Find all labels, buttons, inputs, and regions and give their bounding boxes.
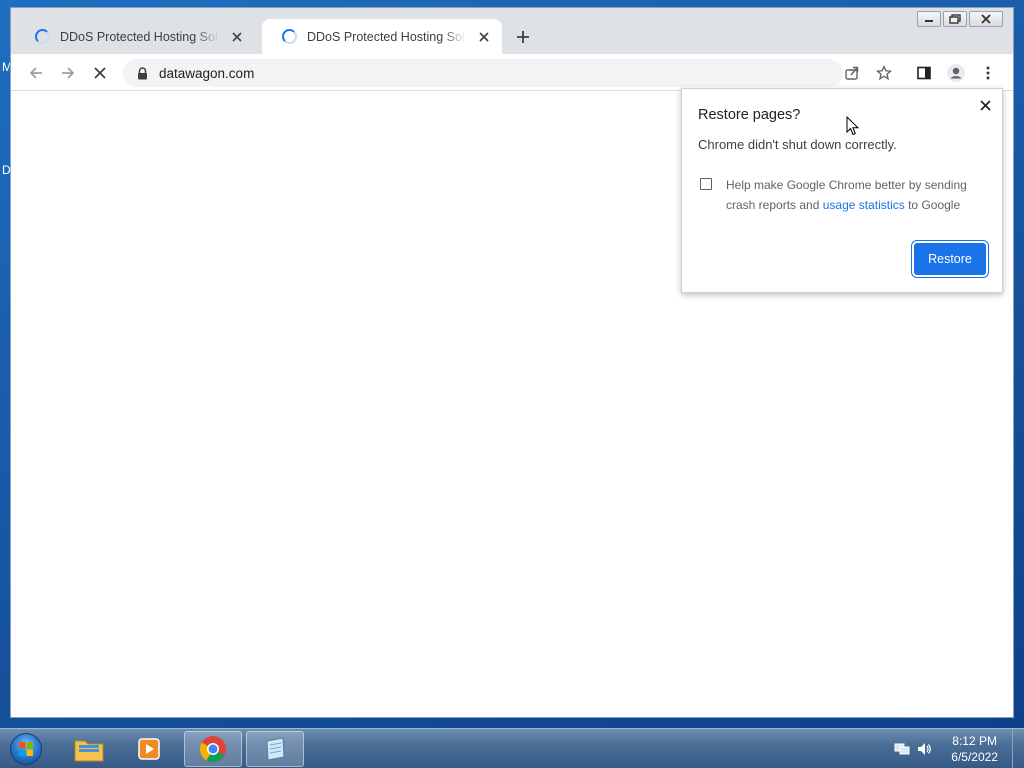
arrow-left-icon: [29, 67, 42, 79]
tab-1[interactable]: DDoS Protected Hosting Solutions: [15, 19, 255, 54]
windows-logo-icon: [10, 733, 42, 765]
loading-spinner-icon: [282, 29, 297, 44]
new-tab-button[interactable]: [511, 25, 535, 49]
back-button[interactable]: [23, 60, 49, 86]
close-tab-icon[interactable]: [229, 29, 245, 45]
show-desktop-button[interactable]: [1012, 729, 1024, 768]
close-icon: [979, 99, 991, 111]
side-panel-icon: [917, 66, 931, 80]
checkbox-label-text: to Google: [904, 198, 961, 212]
browser-window: DDoS Protected Hosting Solutions DDoS Pr…: [10, 7, 1014, 718]
network-icon[interactable]: [894, 741, 910, 762]
close-dialog-button[interactable]: [977, 97, 993, 113]
volume-icon[interactable]: [916, 741, 932, 762]
taskbar-app-media-player[interactable]: [120, 731, 178, 767]
close-tab-icon[interactable]: [476, 29, 492, 45]
address-bar[interactable]: datawagon.com: [123, 59, 843, 87]
chrome-icon: [199, 736, 226, 763]
taskbar: 8:12 PM 6/5/2022: [0, 728, 1024, 768]
start-button[interactable]: [6, 731, 46, 767]
tab-2[interactable]: DDoS Protected Hosting Solutions: [262, 19, 502, 54]
window-controls: [917, 11, 1003, 27]
stop-loading-button[interactable]: [87, 60, 113, 86]
taskbar-app-explorer[interactable]: [60, 731, 118, 767]
lock-icon[interactable]: [135, 66, 149, 80]
arrow-right-icon: [62, 67, 75, 79]
forward-button[interactable]: [55, 60, 81, 86]
taskbar-clock[interactable]: 8:12 PM 6/5/2022: [951, 733, 998, 765]
usage-statistics-link[interactable]: usage statistics: [823, 198, 905, 212]
dialog-title: Restore pages?: [698, 107, 801, 123]
folder-icon: [74, 740, 104, 762]
browser-toolbar: datawagon.com: [11, 54, 1013, 91]
notepad-icon: [266, 737, 285, 761]
clock-time: 8:12 PM: [952, 734, 997, 748]
taskbar-app-notepad[interactable]: [246, 731, 304, 767]
star-icon: [876, 65, 892, 81]
side-panel-button[interactable]: [911, 60, 937, 86]
media-player-icon: [138, 738, 160, 760]
tab-title: DDoS Protected Hosting Solutions: [307, 29, 466, 44]
loading-spinner-icon: [35, 29, 50, 44]
maximize-button[interactable]: [943, 11, 967, 27]
share-button[interactable]: [839, 60, 865, 86]
bookmark-button[interactable]: [871, 60, 897, 86]
profile-button[interactable]: [943, 60, 969, 86]
minimize-button[interactable]: [917, 11, 941, 27]
mouse-cursor-icon: [846, 115, 860, 141]
taskbar-app-chrome[interactable]: [184, 731, 242, 767]
system-tray: 8:12 PM 6/5/2022: [884, 729, 1024, 768]
tab-title: DDoS Protected Hosting Solutions: [60, 29, 219, 44]
url-text[interactable]: datawagon.com: [159, 66, 254, 81]
close-window-button[interactable]: [969, 11, 1003, 27]
restore-button[interactable]: Restore: [914, 243, 986, 275]
profile-icon: [947, 64, 965, 82]
tab-strip: DDoS Protected Hosting Solutions DDoS Pr…: [11, 8, 1013, 54]
menu-button[interactable]: [975, 60, 1001, 86]
restore-pages-dialog: Restore pages? Chrome didn't shut down c…: [681, 88, 1003, 293]
checkbox-label: Help make Google Chrome better by sendin…: [726, 175, 988, 215]
stop-icon: [94, 67, 106, 79]
clock-date: 6/5/2022: [951, 750, 998, 764]
kebab-menu-icon: [986, 66, 990, 80]
plus-icon: [517, 31, 529, 43]
share-icon: [845, 66, 859, 80]
usage-stats-checkbox[interactable]: [700, 178, 712, 190]
dialog-message: Chrome didn't shut down correctly.: [698, 137, 897, 152]
